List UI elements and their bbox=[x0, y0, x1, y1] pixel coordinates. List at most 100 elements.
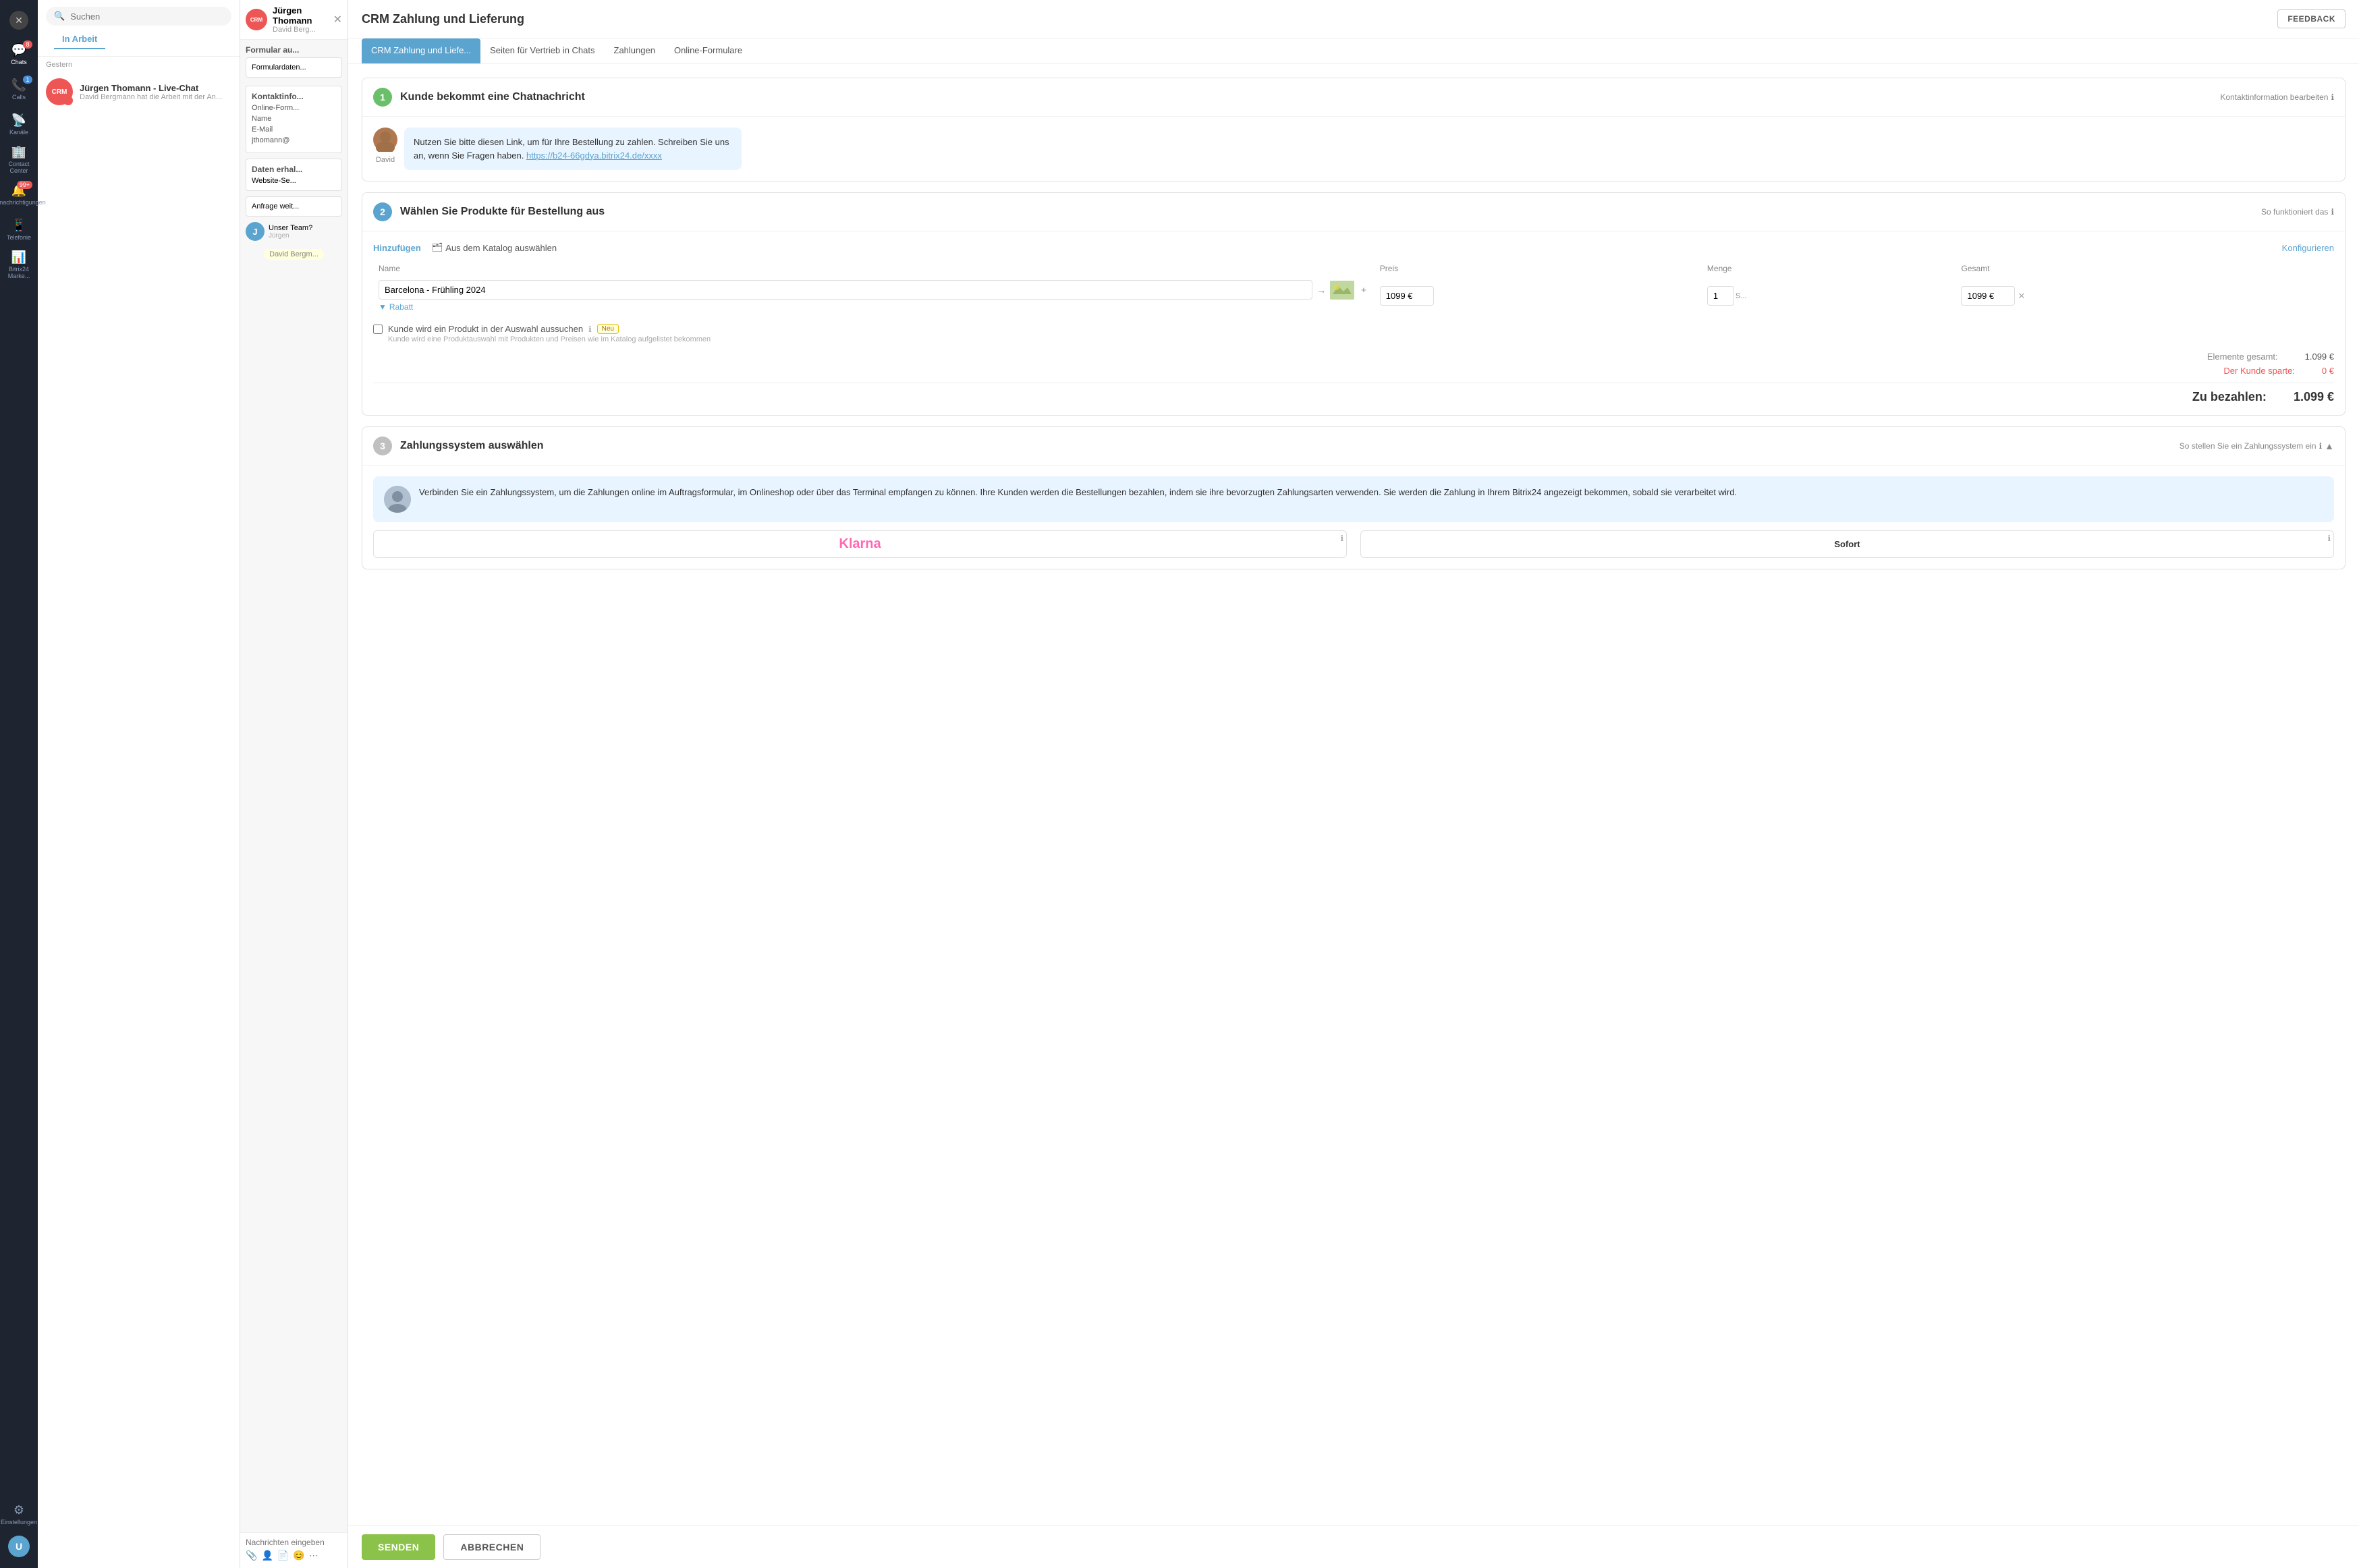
step-2-body: Hinzufügen 🗂 Aus dem Katalog auswählen K… bbox=[362, 231, 2345, 415]
chats-badge: 8 bbox=[23, 40, 32, 49]
klarna-logo: Klarna bbox=[839, 536, 881, 552]
chevron-down-icon: ▼ bbox=[379, 302, 387, 312]
contact-online-form: Online-Form... bbox=[252, 104, 336, 112]
crm-body: 1 Kunde bekommt eine Chatnachricht Konta… bbox=[348, 64, 2359, 1525]
team-avatar: J bbox=[246, 222, 265, 241]
sidebar-item-label: Chats bbox=[11, 59, 27, 65]
tab-in-arbeit[interactable]: In Arbeit bbox=[54, 30, 105, 49]
sidebar-item-contact-center[interactable]: 🏢 Contact Center bbox=[3, 143, 35, 175]
send-button[interactable]: SENDEN bbox=[362, 1534, 435, 1560]
sidebar-item-chats[interactable]: 💬 8 Chats bbox=[3, 38, 35, 70]
middle-close-button[interactable]: ✕ bbox=[333, 13, 342, 26]
catalog-link[interactable]: 🗂 Aus dem Katalog auswählen bbox=[432, 242, 557, 253]
settings-icon: ⚙ bbox=[13, 1503, 24, 1517]
total-input[interactable] bbox=[1961, 286, 2015, 306]
person-icon[interactable]: 👤 bbox=[261, 1550, 273, 1561]
attach-icon[interactable]: 📎 bbox=[246, 1550, 257, 1561]
message-input-area[interactable]: 📎 👤 📄 😊 ⋯ bbox=[240, 1532, 348, 1568]
step-2-action[interactable]: So funktioniert das ℹ bbox=[2261, 207, 2334, 217]
info-icon-3: ℹ bbox=[588, 325, 592, 334]
contact-section: Kontaktinfo... Online-Form... Name E-Mai… bbox=[246, 86, 342, 153]
search-box[interactable]: 🔍 bbox=[46, 7, 231, 26]
chat-tabs: In Arbeit bbox=[46, 26, 231, 49]
sidebar-item-notifications[interactable]: 🔔 99+ Benachrichtigungen bbox=[3, 178, 35, 211]
savings-value: 0 € bbox=[2322, 366, 2334, 376]
configure-link[interactable]: Konfigurieren bbox=[2282, 243, 2334, 253]
step-1-header-left: 1 Kunde bekommt eine Chatnachricht bbox=[373, 88, 585, 107]
qty-input[interactable] bbox=[1707, 286, 1734, 306]
crm-nav: CRM Zahlung und Liefe... Seiten für Vert… bbox=[348, 38, 2359, 64]
checkbox-label[interactable]: Kunde wird ein Produkt in der Auswahl au… bbox=[388, 324, 583, 334]
step-1-number: 1 bbox=[373, 88, 392, 107]
anfrage-title: Anfrage weit... bbox=[252, 202, 336, 211]
catalog-icon: 🗂 bbox=[432, 242, 443, 253]
marketing-icon: 📊 bbox=[11, 250, 26, 264]
step-1-message-content: Nutzen Sie bitte diesen Link, um für Ihr… bbox=[404, 128, 742, 170]
crm-badge-icon bbox=[63, 96, 73, 105]
product-select-checkbox[interactable] bbox=[373, 325, 383, 334]
sidebar-item-phone[interactable]: 📱 Telefonie bbox=[3, 213, 35, 246]
step-2-header-left: 2 Wählen Sie Produkte für Bestellung aus bbox=[373, 202, 605, 221]
nav-item-seiten[interactable]: Seiten für Vertrieb in Chats bbox=[480, 38, 604, 63]
middle-panel-header: CRM Jürgen Thomann David Berg... ✕ bbox=[240, 0, 348, 40]
nav-item-zahlungen[interactable]: Zahlungen bbox=[605, 38, 665, 63]
step-1-section: 1 Kunde bekommt eine Chatnachricht Konta… bbox=[362, 78, 2346, 181]
more-icon[interactable]: ⋯ bbox=[309, 1550, 318, 1561]
step-3-title: Zahlungssystem auswählen bbox=[400, 440, 544, 452]
chat-item-preview: David Bergmann hat die Arbeit mit der An… bbox=[80, 93, 231, 101]
step-3-section: 3 Zahlungssystem auswählen So stellen Si… bbox=[362, 426, 2346, 569]
step-3-action[interactable]: So stellen Sie ein Zahlungssystem ein ℹ … bbox=[2180, 441, 2334, 451]
product-name-input[interactable] bbox=[379, 280, 1312, 300]
sidebar-item-label: Contact Center bbox=[3, 161, 35, 174]
sidebar-item-marketing[interactable]: 📊 Bitrix24 Marke... bbox=[3, 248, 35, 281]
col-price: Preis bbox=[1375, 261, 1702, 276]
search-input[interactable] bbox=[70, 11, 223, 22]
middle-header-avatar: CRM bbox=[246, 9, 267, 30]
emoji-icon[interactable]: 😊 bbox=[293, 1550, 304, 1561]
sidebar-item-label: Einstellungen bbox=[1, 1519, 37, 1525]
step-1-link[interactable]: https://b24-66gdya.bitrix24.de/xxxx bbox=[526, 150, 662, 161]
data-section: Daten erhal... Website-Se... bbox=[246, 159, 342, 191]
info-icon-4: ℹ bbox=[2319, 441, 2323, 451]
doc-icon[interactable]: 📄 bbox=[277, 1550, 289, 1561]
col-name: Name bbox=[373, 261, 1375, 276]
contact-center-icon: 🏢 bbox=[11, 145, 26, 159]
product-name-cell: → + ▼ Rabatt bbox=[373, 276, 1375, 316]
info-icon-klarna: ℹ bbox=[1340, 534, 1343, 543]
step-1-avatar bbox=[373, 128, 397, 152]
nav-item-online-formulare[interactable]: Online-Formulare bbox=[665, 38, 752, 63]
sidebar-item-calls[interactable]: 📞 1 Calls bbox=[3, 73, 35, 105]
pay-value: 1.099 € bbox=[2294, 390, 2334, 404]
col-qty: Menge bbox=[1702, 261, 1956, 276]
close-sidebar-button[interactable]: ✕ bbox=[9, 11, 28, 30]
cancel-button[interactable]: ABBRECHEN bbox=[443, 1534, 540, 1560]
chat-item-name: Jürgen Thomann - Live-Chat bbox=[80, 83, 231, 93]
sidebar-item-channels[interactable]: 📡 Kanäle bbox=[3, 108, 35, 140]
chat-item-juergen[interactable]: CRM Jürgen Thomann - Live-Chat David Ber… bbox=[38, 73, 240, 111]
team-section: J Unser Team? Jürgen bbox=[246, 222, 342, 241]
step-1-title: Kunde bekommt eine Chatnachricht bbox=[400, 91, 585, 103]
price-cell bbox=[1375, 276, 1702, 316]
price-input[interactable] bbox=[1380, 286, 1434, 306]
sofort-logo: Sofort bbox=[1834, 539, 1860, 549]
sidebar-item-label: Telefonie bbox=[7, 234, 31, 241]
klarna-option[interactable]: ℹ Klarna bbox=[373, 530, 1347, 558]
feedback-button[interactable]: FEEDBACK bbox=[2277, 9, 2346, 28]
message-input[interactable] bbox=[246, 1538, 342, 1547]
step-3-header: 3 Zahlungssystem auswählen So stellen Si… bbox=[362, 427, 2345, 465]
totals-savings-row: Der Kunde sparte: 0 € bbox=[373, 366, 2334, 376]
sidebar-item-settings[interactable]: ⚙ Einstellungen bbox=[3, 1498, 35, 1530]
sofort-option[interactable]: ℹ Sofort bbox=[1360, 530, 2334, 558]
form-section-title: Formular au... bbox=[246, 45, 342, 55]
discount-row[interactable]: ▼ Rabatt bbox=[379, 302, 1369, 312]
data-sub: Website-Se... bbox=[252, 177, 336, 185]
checkbox-row: Kunde wird ein Produkt in der Auswahl au… bbox=[373, 324, 2334, 334]
search-icon: 🔍 bbox=[54, 11, 65, 22]
product-plus-icon: + bbox=[1361, 285, 1366, 295]
remove-product-icon[interactable]: ✕ bbox=[2018, 291, 2025, 302]
user-avatar-sidebar[interactable]: U bbox=[3, 1530, 35, 1563]
step-1-sender-label: David bbox=[376, 156, 395, 164]
step-1-action[interactable]: Kontaktinformation bearbeiten ℹ bbox=[2220, 92, 2334, 102]
add-product-link[interactable]: Hinzufügen bbox=[373, 243, 421, 253]
nav-item-crm-zahlung[interactable]: CRM Zahlung und Liefe... bbox=[362, 38, 480, 63]
